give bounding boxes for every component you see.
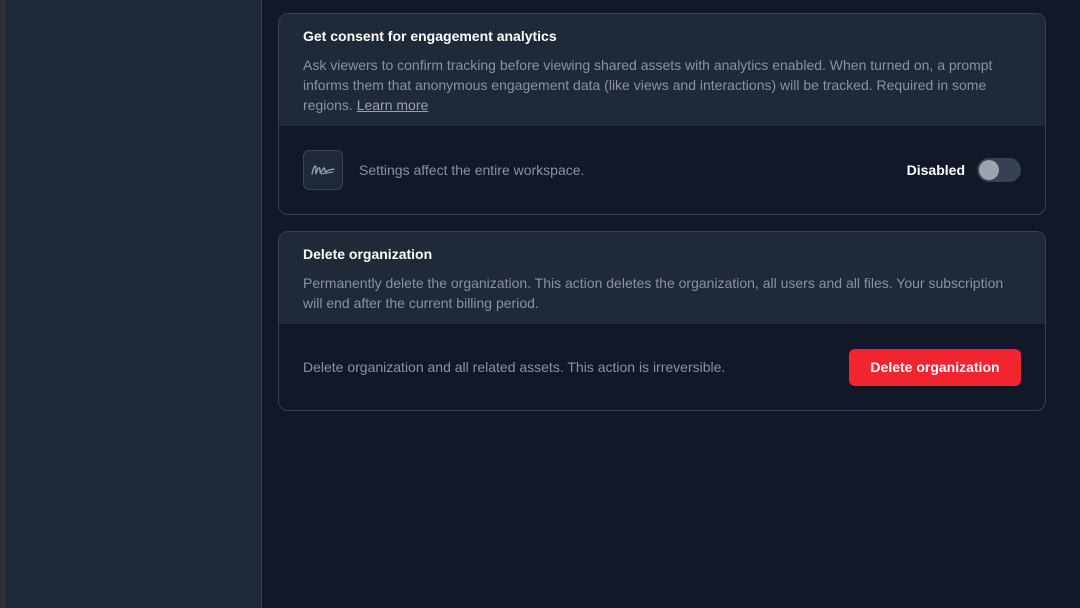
toggle-knob	[979, 160, 999, 180]
sidebar	[6, 0, 262, 608]
main-content: Get consent for engagement analytics Ask…	[262, 0, 1080, 608]
delete-card-description: Permanently delete the organization. Thi…	[303, 275, 1004, 311]
consent-card-title: Get consent for engagement analytics	[303, 28, 557, 44]
toggle-status-label: Disabled	[906, 162, 965, 178]
delete-card-title: Delete organization	[303, 246, 433, 262]
delete-warning-text: Delete organization and all related asse…	[303, 359, 726, 375]
delete-organization-button[interactable]: Delete organization	[849, 348, 1021, 386]
consent-card-footer: Settings affect the entire workspace. Di…	[279, 126, 1045, 214]
app-window: Get consent for engagement analytics Ask…	[0, 0, 1080, 608]
signature-icon	[303, 150, 343, 190]
delete-card-footer: Delete organization and all related asse…	[279, 324, 1045, 410]
consent-analytics-card: Get consent for engagement analytics Ask…	[278, 13, 1046, 215]
consent-toggle[interactable]	[977, 158, 1021, 182]
consent-card-description: Ask viewers to confirm tracking before v…	[303, 55, 1021, 115]
consent-card-header: Get consent for engagement analytics Ask…	[279, 14, 1045, 126]
learn-more-link[interactable]: Learn more	[357, 97, 429, 113]
delete-organization-card: Delete organization Permanently delete t…	[278, 231, 1046, 411]
delete-actions: Delete organization	[849, 348, 1021, 386]
consent-toggle-group: Disabled	[907, 158, 1021, 182]
delete-card-header: Delete organization Permanently delete t…	[279, 232, 1045, 324]
workspace-settings-note: Settings affect the entire workspace.	[359, 162, 585, 178]
